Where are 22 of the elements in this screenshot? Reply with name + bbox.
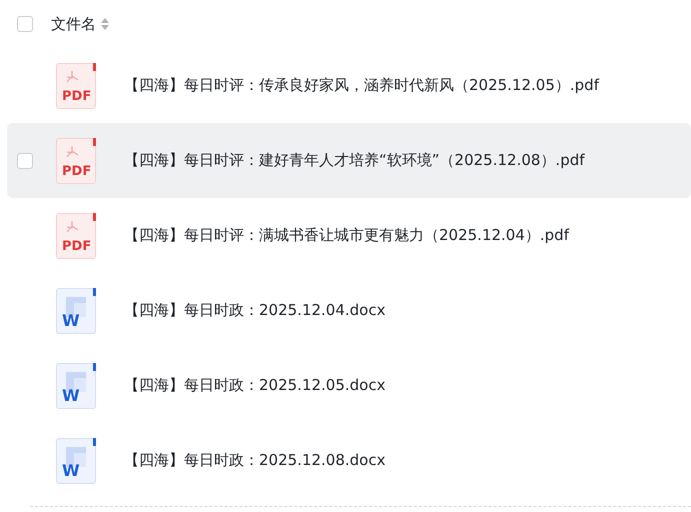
file-row[interactable]: PDF 【四海】每日时评：传承良好家风，涵养时代新风（2025.12.05）.pdf bbox=[7, 48, 691, 123]
pdf-file-icon: PDF bbox=[56, 138, 96, 184]
file-row[interactable]: PDF 【四海】每日时评：满城书香让城市更有魅力（2025.12.04）.pdf bbox=[7, 198, 691, 273]
word-file-icon: W bbox=[56, 362, 96, 408]
word-file-icon: W bbox=[56, 438, 96, 484]
word-file-icon: W bbox=[56, 288, 96, 334]
column-header[interactable]: 文件名 bbox=[51, 14, 96, 34]
pdf-file-icon: PDF bbox=[56, 62, 96, 108]
file-row[interactable]: W 【四海】每日时政：2025.12.05.docx bbox=[7, 348, 691, 423]
file-name[interactable]: 【四海】每日时评：满城书香让城市更有魅力（2025.12.04）.pdf bbox=[124, 226, 569, 245]
file-name[interactable]: 【四海】每日时政：2025.12.05.docx bbox=[124, 376, 386, 395]
file-name[interactable]: 【四海】每日时评：建好青年人才培养“软环境”（2025.12.08）.pdf bbox=[124, 151, 585, 170]
file-name[interactable]: 【四海】每日时政：2025.12.04.docx bbox=[124, 301, 386, 320]
file-name[interactable]: 【四海】每日时政：2025.12.08.docx bbox=[124, 451, 386, 470]
sort-icon[interactable] bbox=[101, 18, 109, 30]
file-row[interactable]: W 【四海】每日时政：2025.12.04.docx bbox=[7, 273, 691, 348]
file-row[interactable]: W 【四海】每日时政：2025.12.08.docx bbox=[7, 423, 691, 498]
pdf-file-icon: PDF bbox=[56, 212, 96, 258]
select-all-checkbox[interactable] bbox=[17, 16, 33, 32]
file-row[interactable]: PDF 【四海】每日时评：建好青年人才培养“软环境”（2025.12.08）.pdf bbox=[7, 123, 691, 198]
file-name[interactable]: 【四海】每日时评：传承良好家风，涵养时代新风（2025.12.05）.pdf bbox=[124, 76, 599, 95]
row-checkbox[interactable] bbox=[17, 152, 33, 168]
